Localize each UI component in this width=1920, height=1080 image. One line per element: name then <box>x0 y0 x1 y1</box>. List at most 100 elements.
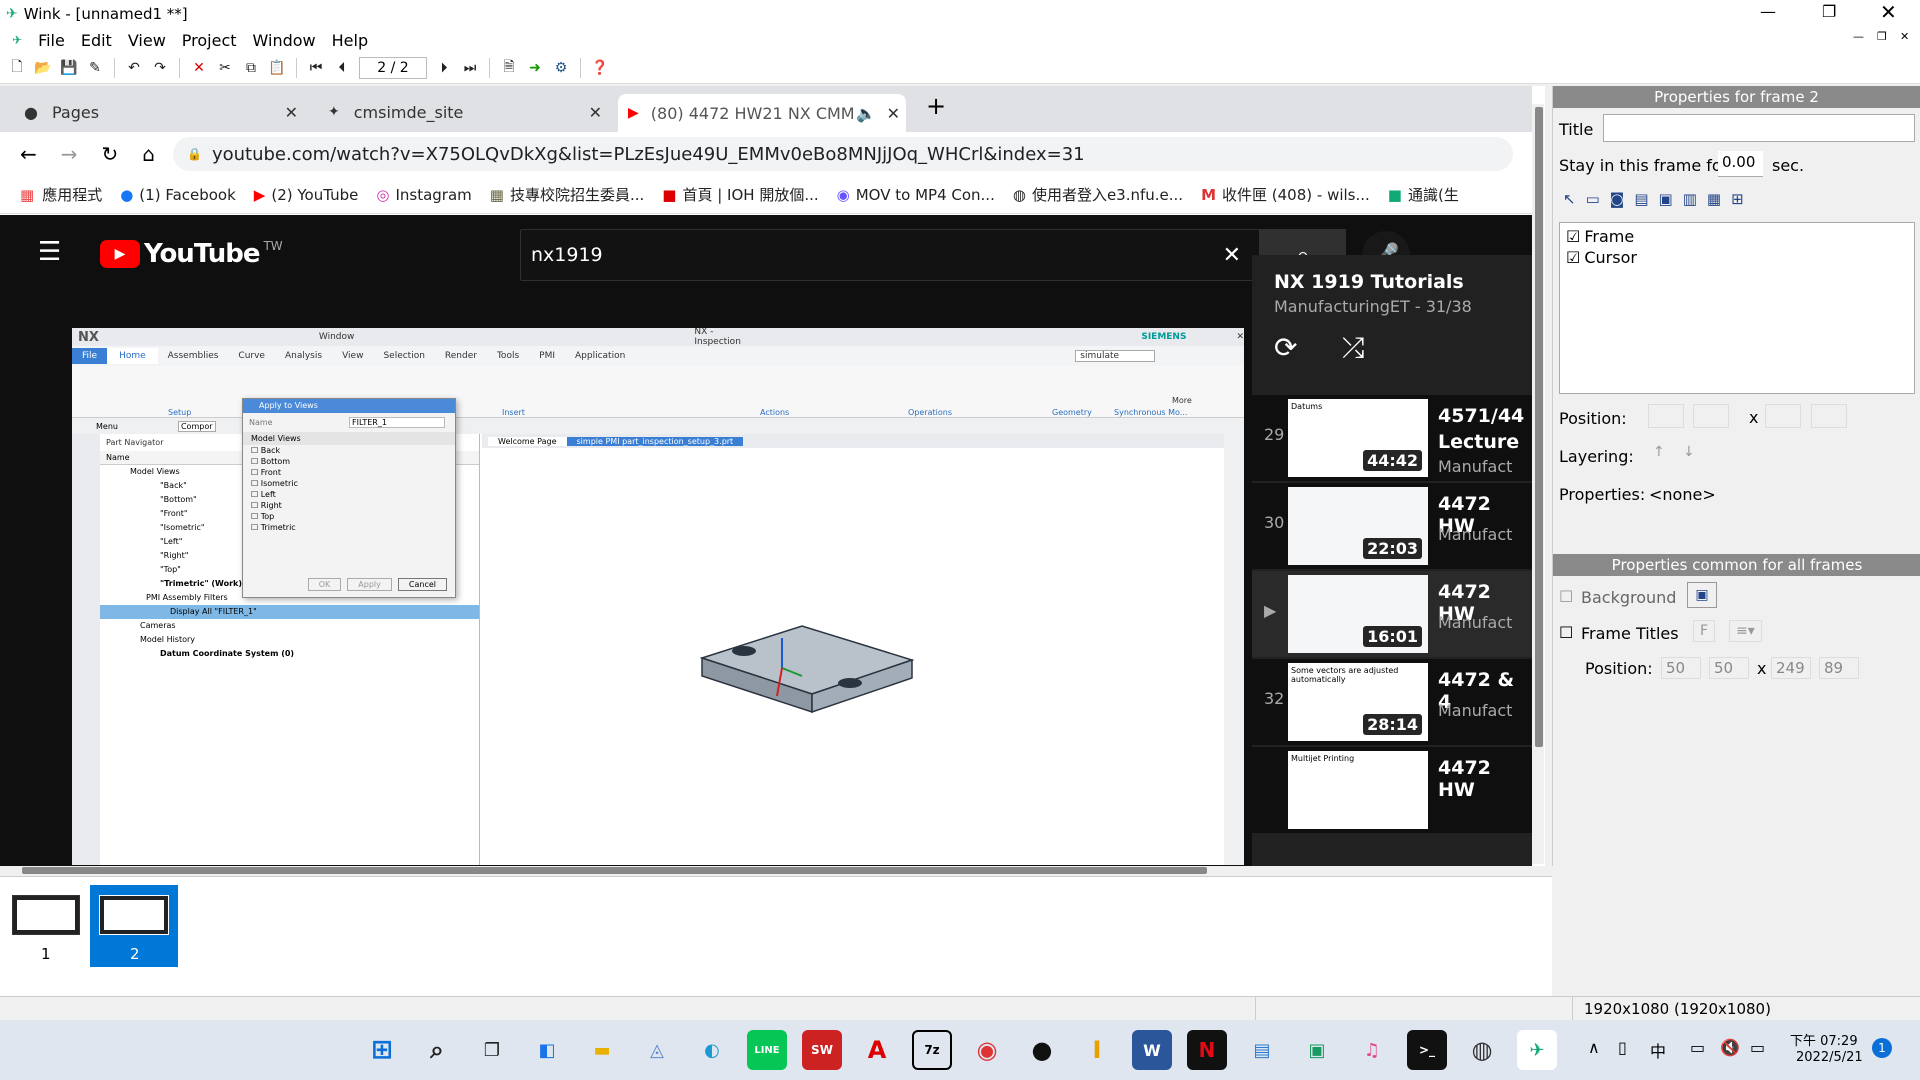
usb-icon[interactable]: ▯ <box>1618 1038 1627 1057</box>
word-icon[interactable]: W <box>1132 1030 1172 1070</box>
align-icon[interactable]: ≡▾ <box>1729 620 1762 642</box>
wink-taskbar-icon[interactable]: ✈ <box>1517 1030 1557 1070</box>
url-field[interactable]: 🔒 youtube.com/watch?v=X75OLQvDkXg&list=P… <box>173 137 1513 171</box>
undo-icon[interactable]: ↶ <box>121 55 147 81</box>
close-tab-icon[interactable]: ✕ <box>589 103 602 122</box>
mdi-restore-button[interactable]: ❐ <box>1877 30 1887 43</box>
frame-titles-checkbox[interactable]: ☐ <box>1559 623 1573 642</box>
add-line-icon[interactable]: ▥ <box>1683 190 1697 208</box>
back-icon[interactable]: ← <box>20 142 37 166</box>
title-input[interactable] <box>1603 114 1915 142</box>
menu-project[interactable]: Project <box>182 31 237 50</box>
playlist-item[interactable]: 29 Datums 44:42 4571/44 Lecture Manufact <box>1252 395 1532 481</box>
battery-icon[interactable]: ▭ <box>1750 1038 1765 1057</box>
position-w-input[interactable] <box>1765 404 1801 428</box>
reload-icon[interactable]: ↻ <box>102 142 119 166</box>
common-pos-w[interactable]: 249 <box>1771 657 1811 679</box>
shuffle-icon[interactable]: ⤮ <box>1342 331 1364 365</box>
position-y-input[interactable] <box>1693 404 1729 428</box>
checkbox-checked-icon[interactable]: ☑ <box>1566 248 1580 267</box>
volume-icon[interactable]: 🔇 <box>1720 1038 1740 1057</box>
file-explorer-icon[interactable]: ▬ <box>582 1030 622 1070</box>
canvas-hscroll-thumb[interactable] <box>22 867 1207 874</box>
start-button[interactable]: ⊞ <box>362 1030 402 1070</box>
bookmark-general[interactable]: 通識(生 <box>1408 184 1459 205</box>
github-desktop-icon[interactable]: ● <box>1022 1030 1062 1070</box>
tab-youtube-active[interactable]: ▶ (80) 4472 HW21 NX CMM 🔈 ✕ <box>618 94 906 132</box>
menu-file[interactable]: File <box>38 31 65 50</box>
speaker-icon[interactable]: 🔈 <box>856 104 876 123</box>
clock-time[interactable]: 下午 07:29 <box>1790 1030 1858 1049</box>
playlist-item[interactable]: 32 Some vectors are adjusted automatical… <box>1252 659 1532 745</box>
close-tab-icon[interactable]: ✕ <box>887 104 900 123</box>
bookmark-e3[interactable]: 使用者登入e3.nfu.e... <box>1032 184 1183 205</box>
add-cursor-icon[interactable]: ↖ <box>1563 190 1576 208</box>
control-panel-icon[interactable]: ▤ <box>1242 1030 1282 1070</box>
add-image-icon[interactable]: ▣ <box>1659 190 1673 208</box>
bookmark-youtube[interactable]: (2) YouTube <box>271 186 358 204</box>
common-pos-h[interactable]: 89 <box>1819 657 1859 679</box>
redo-icon[interactable]: ↷ <box>147 55 173 81</box>
properties-icon[interactable]: ✎ <box>82 55 108 81</box>
itunes-icon[interactable]: ♫ <box>1352 1030 1392 1070</box>
export-arrow-icon[interactable]: ➜ <box>522 55 548 81</box>
frame-thumbnail[interactable] <box>12 895 80 935</box>
mdi-close-button[interactable]: ✕ <box>1900 30 1909 43</box>
delete-icon[interactable]: ✕ <box>186 55 212 81</box>
add-text-icon[interactable]: ▤ <box>1634 190 1648 208</box>
clock-date[interactable]: 2022/5/21 <box>1796 1050 1863 1065</box>
acrobat-icon[interactable]: A <box>857 1030 897 1070</box>
bookmark-mov[interactable]: MOV to MP4 Con... <box>856 186 995 204</box>
canvas-vscroll-thumb[interactable] <box>1535 107 1543 747</box>
last-frame-icon[interactable]: ⏭ <box>457 55 483 81</box>
solidworks-icon[interactable]: SW <box>802 1030 842 1070</box>
common-pos-y[interactable]: 50 <box>1709 657 1749 679</box>
open-folder-icon[interactable]: 📂 <box>30 55 56 81</box>
prev-frame-icon[interactable]: ⏴ <box>329 55 355 81</box>
move-down-icon[interactable]: ↓ <box>1683 444 1695 460</box>
edge-icon[interactable]: ◐ <box>692 1030 732 1070</box>
widgets-icon[interactable]: ◧ <box>527 1030 567 1070</box>
render-icon[interactable]: 🗎 <box>496 55 522 81</box>
video-player[interactable]: NX Window NX - Inspection SIEMENS ✕ File… <box>72 328 1244 865</box>
menu-view[interactable]: View <box>128 31 166 50</box>
home-icon[interactable]: ⌂ <box>142 142 155 166</box>
view-output-icon[interactable]: ⚙ <box>548 55 574 81</box>
add-shape-icon[interactable]: ▦ <box>1707 190 1721 208</box>
playlist-subtitle[interactable]: ManufacturingET - 31/38 <box>1252 297 1532 316</box>
bookmark-gmail[interactable]: 收件匣 (408) - wils... <box>1222 184 1370 205</box>
chart-app-icon[interactable]: ◬ <box>637 1030 677 1070</box>
minimize-button[interactable]: — <box>1760 2 1776 21</box>
common-pos-x[interactable]: 50 <box>1661 657 1701 679</box>
clear-search-icon[interactable]: ✕ <box>1223 243 1241 268</box>
ime-indicator[interactable]: 中 <box>1650 1038 1666 1062</box>
frame-canvas[interactable]: ● Pages ✕ ✦ cmsimde_site ✕ ▶ (80) 4472 H… <box>0 86 1545 866</box>
next-frame-icon[interactable]: ⏵ <box>431 55 457 81</box>
new-file-icon[interactable]: 🗋 <box>4 55 30 81</box>
terminal-icon[interactable]: >_ <box>1407 1030 1447 1070</box>
font-icon[interactable]: F <box>1693 620 1716 642</box>
stay-duration-input[interactable]: 0.00 <box>1718 151 1763 177</box>
bookmark-apps[interactable]: 應用程式 <box>42 184 102 205</box>
close-button[interactable]: ✕ <box>1880 0 1897 24</box>
chrome-icon[interactable]: ◉ <box>967 1030 1007 1070</box>
copy-icon[interactable]: ⧉ <box>238 55 264 81</box>
cut-icon[interactable]: ✂ <box>212 55 238 81</box>
tab-pages[interactable]: ● Pages ✕ <box>14 94 304 130</box>
help-icon[interactable]: ❓ <box>587 55 613 81</box>
network-icon[interactable]: ▭ <box>1690 1038 1705 1057</box>
new-tab-icon[interactable]: + <box>926 92 946 120</box>
loop-icon[interactable]: ⟳ <box>1274 331 1297 364</box>
line-icon[interactable]: LINE <box>747 1030 787 1070</box>
background-image-button[interactable]: ▣ <box>1687 582 1717 608</box>
forward-icon[interactable]: → <box>61 142 78 166</box>
move-up-icon[interactable]: ↑ <box>1653 444 1665 460</box>
background-checkbox[interactable]: ☐ <box>1559 587 1573 606</box>
mdi-minimize-button[interactable]: — <box>1853 30 1864 43</box>
save-icon[interactable]: 💾 <box>56 55 82 81</box>
tray-chevron-icon[interactable]: ∧ <box>1588 1038 1600 1057</box>
add-frame-icon[interactable]: ▭ <box>1586 190 1600 208</box>
layers-list[interactable]: ☑ Frame ☑ Cursor <box>1559 222 1915 394</box>
close-tab-icon[interactable]: ✕ <box>285 103 298 122</box>
search-icon[interactable]: ⌕ <box>417 1030 457 1070</box>
